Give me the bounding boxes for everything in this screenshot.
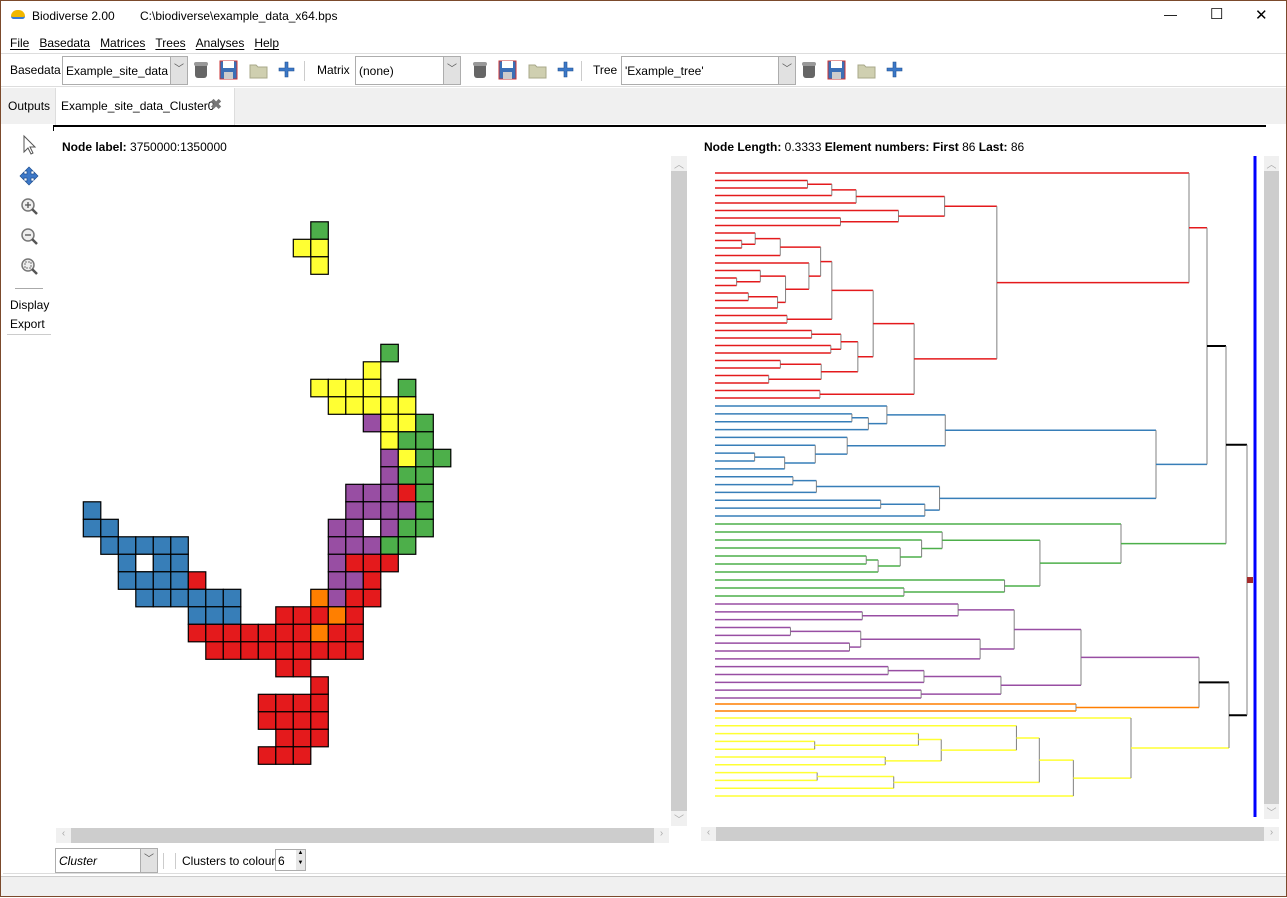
clusters-to-colour-value: 6 <box>278 854 285 868</box>
colour-mode-value: Cluster <box>59 854 98 868</box>
root-node-marker[interactable] <box>1247 577 1253 584</box>
spin-down-icon[interactable]: ▼ <box>296 860 305 870</box>
clusters-to-colour-label: Clusters to colour <box>182 854 276 868</box>
chevron-down-icon: ﹀ <box>140 849 157 872</box>
tree-vertical-scrollbar[interactable] <box>1264 171 1279 804</box>
colour-mode-select[interactable]: Cluster ﹀ <box>55 848 158 873</box>
tree-horizontal-scrollbar[interactable] <box>716 827 1264 841</box>
dendrogram[interactable] <box>1 1 1287 898</box>
status-bar <box>1 876 1286 896</box>
spin-up-icon[interactable]: ▲ <box>296 850 305 860</box>
clusters-to-colour-spinner[interactable]: 6 ▲ ▼ <box>275 849 306 871</box>
